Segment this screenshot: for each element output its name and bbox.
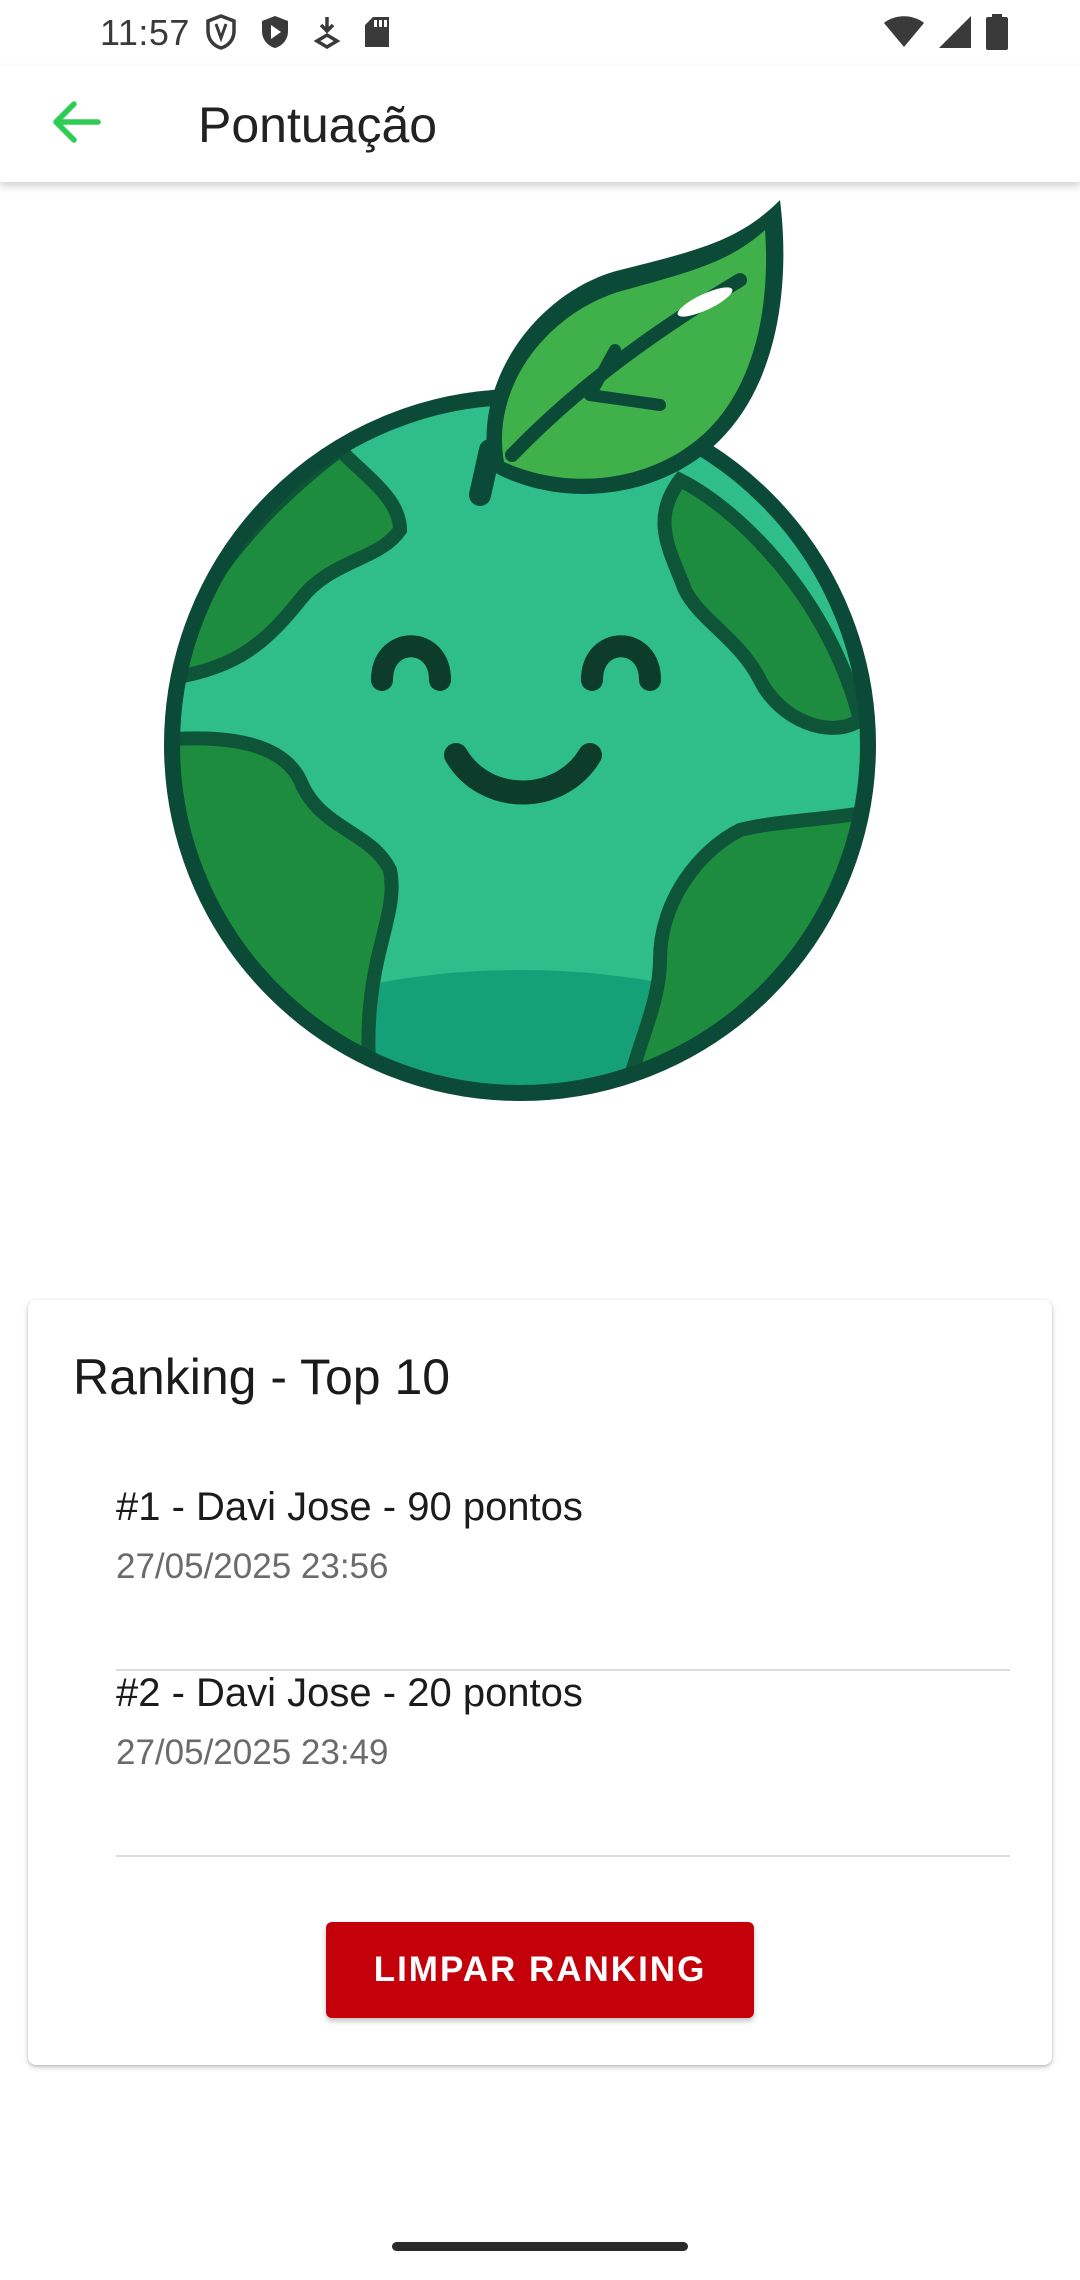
- rank-entry-title: #2 - Davi Jose - 20 pontos: [116, 1671, 583, 1715]
- home-indicator[interactable]: [392, 2242, 688, 2251]
- sd-card-icon: [363, 15, 391, 54]
- rank-entry-date: 27/05/2025 23:49: [116, 1733, 389, 1772]
- rank-entry-date: 27/05/2025 23:56: [116, 1547, 389, 1586]
- app-bar: Pontuação: [0, 66, 1080, 182]
- rank-entry-title: #1 - Davi Jose - 90 pontos: [116, 1485, 583, 1529]
- ranking-card: Ranking - Top 10 #1 - Davi Jose - 90 pon…: [28, 1300, 1052, 2065]
- battery-icon: [986, 14, 1008, 55]
- list-item: #2 - Davi Jose - 20 pontos 27/05/2025 23…: [116, 1671, 1010, 1857]
- vpn-shield-icon: [205, 14, 237, 55]
- page-title: Pontuação: [198, 97, 438, 153]
- ranking-list: #1 - Davi Jose - 90 pontos 27/05/2025 23…: [116, 1485, 1010, 1857]
- clear-ranking-button[interactable]: LIMPAR RANKING: [326, 1922, 754, 2018]
- arrow-left-icon: [50, 99, 102, 150]
- list-item: #1 - Davi Jose - 90 pontos 27/05/2025 23…: [116, 1485, 1010, 1671]
- status-bar: 11:57: [0, 0, 1080, 66]
- status-system-icons: [884, 14, 1008, 55]
- cell-signal-icon: [938, 15, 972, 54]
- status-notification-icons: [205, 14, 391, 55]
- play-protect-icon: [259, 14, 291, 55]
- earth-mascot-image: [140, 180, 900, 1120]
- ranking-title: Ranking - Top 10: [73, 1349, 451, 1405]
- back-button[interactable]: [36, 88, 116, 160]
- status-time: 11:57: [100, 12, 190, 53]
- wifi-icon: [884, 16, 924, 53]
- download-icon: [313, 15, 341, 54]
